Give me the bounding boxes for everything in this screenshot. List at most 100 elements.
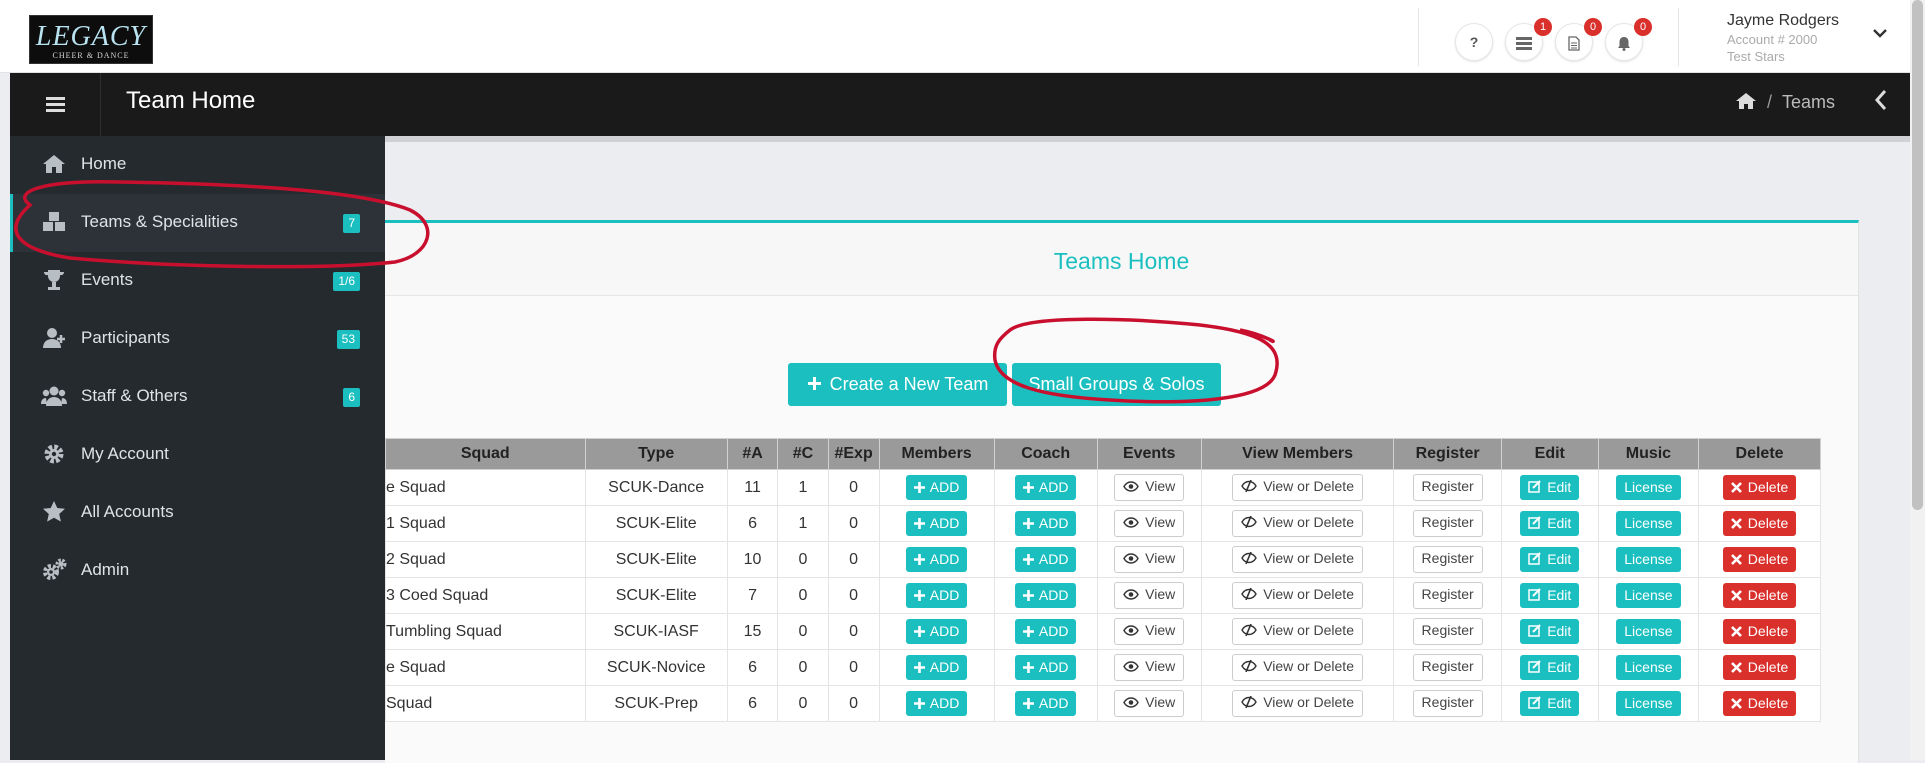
- add-coach-button[interactable]: ADD: [1014, 583, 1077, 608]
- plus-icon: [913, 626, 925, 637]
- view-members-button[interactable]: View or Delete: [1232, 510, 1363, 537]
- chevron-left-icon[interactable]: [1874, 89, 1888, 117]
- sidebar-item-label: Staff & Others: [81, 386, 188, 405]
- edit-button[interactable]: Edit: [1520, 619, 1580, 644]
- delete-button[interactable]: Delete: [1722, 547, 1797, 572]
- register-button[interactable]: Register: [1412, 582, 1483, 609]
- scrollbar-thumb[interactable]: [1912, 0, 1923, 510]
- view-events-button[interactable]: View: [1114, 510, 1185, 537]
- delete-button[interactable]: Delete: [1722, 475, 1797, 500]
- user-menu[interactable]: Jayme Rodgers Account # 2000 Test Stars: [1727, 11, 1839, 65]
- view-events-button[interactable]: View: [1114, 618, 1185, 645]
- license-button[interactable]: License: [1616, 583, 1681, 608]
- register-button[interactable]: Register: [1412, 654, 1483, 681]
- view-events-button[interactable]: View: [1114, 654, 1185, 681]
- view-members-button[interactable]: View or Delete: [1232, 654, 1363, 681]
- edit-label: Edit: [1547, 623, 1572, 639]
- register-button[interactable]: Register: [1412, 546, 1483, 573]
- view-members-button[interactable]: View or Delete: [1232, 546, 1363, 573]
- add-member-button[interactable]: ADD: [905, 511, 968, 536]
- logo[interactable]: LEGACY CHEER & DANCE: [29, 15, 153, 64]
- register-button[interactable]: Register: [1412, 474, 1483, 501]
- list-badge: 1: [1534, 18, 1552, 36]
- license-button[interactable]: License: [1616, 655, 1681, 680]
- sidebar-item-label: Participants: [81, 328, 170, 347]
- add-coach-button[interactable]: ADD: [1014, 691, 1077, 716]
- user-plus-icon: [43, 328, 65, 348]
- delete-button[interactable]: Delete: [1722, 583, 1797, 608]
- edit-button[interactable]: Edit: [1520, 583, 1580, 608]
- page-scrollbar[interactable]: [1910, 0, 1925, 760]
- add-coach-button[interactable]: ADD: [1014, 511, 1077, 536]
- add-label: ADD: [929, 515, 960, 531]
- view-events-button[interactable]: View: [1114, 582, 1185, 609]
- view-members-button[interactable]: View or Delete: [1232, 618, 1363, 645]
- exp-count: 0: [849, 514, 859, 532]
- notifications-button[interactable]: 0: [1605, 18, 1652, 61]
- delete-button[interactable]: Delete: [1722, 691, 1797, 716]
- edit-button[interactable]: Edit: [1520, 655, 1580, 680]
- view-members-button[interactable]: View or Delete: [1232, 690, 1363, 717]
- documents-button[interactable]: 0: [1555, 18, 1602, 61]
- small-groups-label: Small Groups & Solos: [1028, 374, 1205, 394]
- list-button[interactable]: 1: [1505, 18, 1552, 61]
- edit-button[interactable]: Edit: [1520, 475, 1580, 500]
- add-member-button[interactable]: ADD: [905, 619, 968, 644]
- document-icon: [1568, 36, 1580, 51]
- sidebar-item-staff[interactable]: Staff & Others 6: [10, 368, 385, 426]
- edit-button[interactable]: Edit: [1520, 511, 1580, 536]
- sidebar-item-all-accounts[interactable]: All Accounts: [10, 484, 385, 542]
- add-member-button[interactable]: ADD: [905, 583, 968, 608]
- edit-label: Edit: [1547, 479, 1572, 495]
- sidebar-item-teams[interactable]: Teams & Specialities 7: [10, 194, 385, 252]
- license-button[interactable]: License: [1616, 691, 1681, 716]
- home-icon[interactable]: [1735, 92, 1757, 110]
- view-delete-label: View or Delete: [1263, 514, 1354, 530]
- exp-count: 0: [849, 478, 859, 496]
- organization-name: Test Stars: [1727, 49, 1785, 64]
- license-button[interactable]: License: [1616, 547, 1681, 572]
- help-button[interactable]: ?: [1455, 23, 1493, 61]
- license-button[interactable]: License: [1616, 475, 1681, 500]
- add-member-button[interactable]: ADD: [905, 691, 968, 716]
- view-events-button[interactable]: View: [1114, 546, 1185, 573]
- edit-button[interactable]: Edit: [1520, 547, 1580, 572]
- home-icon: [43, 155, 65, 173]
- view-events-button[interactable]: View: [1114, 690, 1185, 717]
- register-button[interactable]: Register: [1412, 618, 1483, 645]
- add-member-button[interactable]: ADD: [905, 547, 968, 572]
- athlete-count: 6: [748, 514, 757, 532]
- delete-button[interactable]: Delete: [1722, 655, 1797, 680]
- sidebar-item-events[interactable]: Events 1/6: [10, 252, 385, 310]
- menu-toggle-button[interactable]: [10, 73, 101, 136]
- edit-button[interactable]: Edit: [1520, 691, 1580, 716]
- sidebar-item-admin[interactable]: Admin: [10, 542, 385, 600]
- sidebar-item-participants[interactable]: Participants 53: [10, 310, 385, 368]
- view-members-button[interactable]: View or Delete: [1232, 474, 1363, 501]
- view-label: View: [1145, 586, 1176, 602]
- edit-label: Edit: [1547, 659, 1572, 675]
- add-coach-button[interactable]: ADD: [1014, 475, 1077, 500]
- view-members-button[interactable]: View or Delete: [1232, 582, 1363, 609]
- create-team-button[interactable]: Create a New Team: [788, 363, 1007, 406]
- add-coach-button[interactable]: ADD: [1014, 655, 1077, 680]
- register-button[interactable]: Register: [1412, 690, 1483, 717]
- delete-button[interactable]: Delete: [1722, 511, 1797, 536]
- chevron-down-icon[interactable]: [1873, 22, 1887, 43]
- view-events-button[interactable]: View: [1114, 474, 1185, 501]
- license-button[interactable]: License: [1616, 511, 1681, 536]
- coach-count: 1: [798, 514, 808, 532]
- sidebar-item-home[interactable]: Home: [10, 136, 385, 194]
- delete-button[interactable]: Delete: [1722, 619, 1797, 644]
- register-button[interactable]: Register: [1412, 510, 1483, 537]
- add-coach-button[interactable]: ADD: [1014, 619, 1077, 644]
- count-badge: 1/6: [333, 272, 360, 291]
- add-coach-button[interactable]: ADD: [1014, 547, 1077, 572]
- add-label: ADD: [1038, 515, 1069, 531]
- add-member-button[interactable]: ADD: [905, 655, 968, 680]
- license-button[interactable]: License: [1616, 619, 1681, 644]
- add-member-button[interactable]: ADD: [905, 475, 968, 500]
- small-groups-button[interactable]: Small Groups & Solos: [1012, 363, 1221, 406]
- sidebar-item-my-account[interactable]: My Account: [10, 426, 385, 484]
- add-label: ADD: [1038, 695, 1069, 711]
